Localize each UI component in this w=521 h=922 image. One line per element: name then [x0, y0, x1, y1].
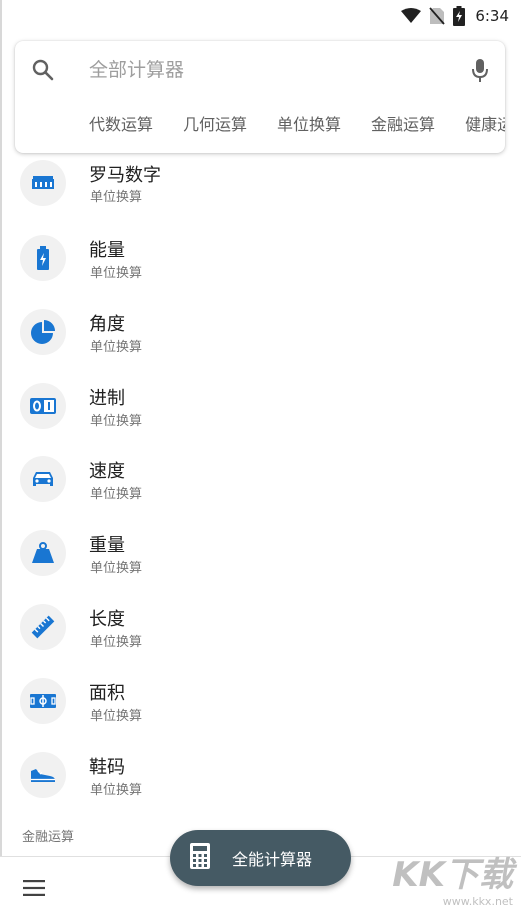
- item-subtitle: 单位换算: [90, 190, 143, 205]
- list-item-energy[interactable]: 能量 单位换算: [0, 221, 521, 295]
- chip-unit-conversion[interactable]: 单位换算: [277, 111, 341, 135]
- search-icon[interactable]: [31, 58, 55, 86]
- search-input[interactable]: [89, 53, 449, 87]
- watermark-logo: KK下载: [392, 855, 513, 895]
- wifi-icon: [401, 8, 422, 24]
- list-item-length[interactable]: 长度 单位换算: [0, 590, 521, 664]
- calculator-icon: [190, 843, 210, 873]
- item-title: 角度: [89, 313, 125, 335]
- search-card: 代数运算 几何运算 单位换算 金融运算 健康运算: [15, 41, 505, 153]
- shoe-icon: [20, 751, 66, 798]
- status-time: 6:34: [475, 7, 509, 25]
- watermark-url: www.kkx.net: [442, 895, 513, 908]
- ruler-icon: [20, 603, 66, 650]
- battery-charging-icon: [453, 6, 466, 26]
- item-title: 重量: [89, 535, 125, 557]
- search-row: [15, 41, 505, 99]
- battery-icon: [20, 235, 66, 281]
- item-subtitle: 单位换算: [90, 634, 143, 650]
- calculator-list: 罗马数字 单位换算 能量 单位换算 角度 单位换算 进制 单位换算 速度 单位换…: [0, 154, 521, 811]
- list-item-radix[interactable]: 进制 单位换算: [0, 369, 521, 443]
- item-subtitle: 单位换算: [90, 782, 143, 798]
- item-subtitle: 单位换算: [90, 266, 143, 281]
- item-title: 长度: [89, 608, 125, 630]
- item-subtitle: 单位换算: [90, 339, 143, 355]
- item-subtitle: 单位换算: [90, 487, 143, 503]
- menu-icon[interactable]: [23, 880, 45, 900]
- item-subtitle: 单位换算: [90, 708, 143, 724]
- item-title: 速度: [89, 461, 125, 483]
- binary-icon: [20, 382, 66, 429]
- roman-numerals-icon: [20, 160, 66, 206]
- category-chips: 代数运算 几何运算 单位换算 金融运算 健康运算: [89, 111, 505, 135]
- item-title: 进制: [89, 387, 125, 409]
- item-title: 面积: [89, 682, 125, 704]
- all-calculators-fab[interactable]: 全能计算器: [170, 830, 351, 886]
- chip-algebra[interactable]: 代数运算: [89, 111, 153, 135]
- car-icon: [20, 456, 66, 503]
- item-title: 鞋码: [89, 756, 125, 778]
- list-item-speed[interactable]: 速度 单位换算: [0, 442, 521, 516]
- fab-label: 全能计算器: [232, 850, 313, 869]
- watermark: KK下载 www.kkx.net: [392, 858, 513, 907]
- pie-chart-icon: [20, 308, 66, 355]
- section-header-finance: 金融运算: [22, 830, 75, 845]
- item-title: 罗马数字: [89, 165, 161, 186]
- chip-geometry[interactable]: 几何运算: [183, 111, 247, 135]
- item-subtitle: 单位换算: [90, 413, 143, 429]
- weight-icon: [20, 530, 66, 577]
- chip-finance[interactable]: 金融运算: [371, 111, 435, 135]
- list-item-area[interactable]: 面积 单位换算: [0, 664, 521, 738]
- mic-icon[interactable]: [471, 58, 489, 88]
- no-sim-icon: [429, 7, 445, 25]
- status-bar: 6:34: [0, 0, 521, 32]
- chip-health[interactable]: 健康运算: [465, 111, 505, 135]
- item-title: 能量: [89, 240, 125, 261]
- area-icon: [20, 677, 66, 724]
- list-item-roman-numerals[interactable]: 罗马数字 单位换算: [0, 154, 521, 221]
- item-subtitle: 单位换算: [90, 561, 143, 577]
- list-item-weight[interactable]: 重量 单位换算: [0, 516, 521, 590]
- list-item-angle[interactable]: 角度 单位换算: [0, 295, 521, 369]
- list-item-shoe-size[interactable]: 鞋码 单位换算: [0, 738, 521, 812]
